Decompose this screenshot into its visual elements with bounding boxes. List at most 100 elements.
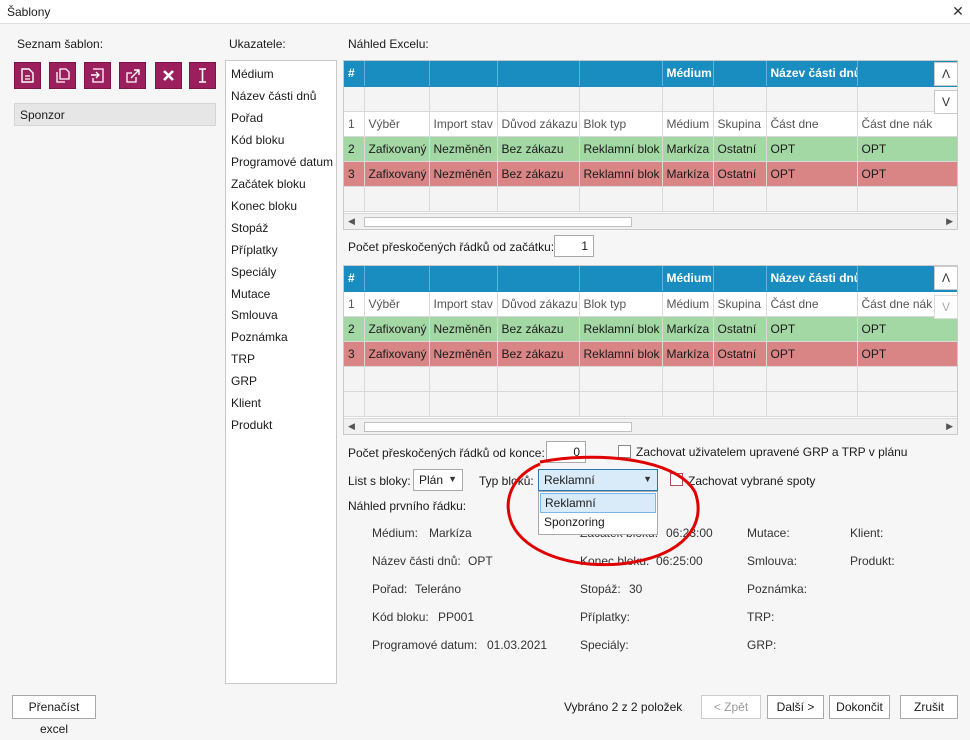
grid-colnames-row[interactable]: 1 Výběr Import stav Důvod zákazu Blok ty… xyxy=(344,291,957,317)
sheet-select[interactable]: Plán ▼ xyxy=(413,469,463,491)
grid-header-cell xyxy=(429,266,498,292)
scrollbar-thumb[interactable] xyxy=(364,422,632,432)
grid-horizontal-scrollbar[interactable]: ◀ ▶ xyxy=(344,213,957,229)
indicator-item[interactable]: Příplatky xyxy=(231,240,278,260)
grid-cell: OPT xyxy=(766,161,858,187)
grid-cell: Médium xyxy=(662,111,714,137)
indicator-item[interactable]: TRP xyxy=(231,349,255,369)
selected-count-text: Vybráno 2 z 2 položek xyxy=(564,700,683,714)
move-up-button[interactable]: Λ xyxy=(934,266,958,290)
table-row[interactable]: 3 Zafixovaný Nezměněn Bez zákazu Reklamn… xyxy=(344,161,957,187)
trp-label: TRP: xyxy=(747,610,775,624)
indicator-item[interactable]: Speciály xyxy=(231,262,276,282)
scroll-left-icon[interactable]: ◀ xyxy=(348,421,355,432)
grid-cell: Část dne xyxy=(766,111,858,137)
indicator-item[interactable]: Název části dnů xyxy=(231,86,316,106)
skip-start-input[interactable]: 1 xyxy=(554,235,594,257)
excel-grid-top[interactable]: # Médium Název části dnů 1 Výběr Import … xyxy=(343,60,958,230)
move-down-button[interactable]: V xyxy=(934,295,958,319)
grid-blank-row xyxy=(344,86,957,112)
move-up-button[interactable]: Λ xyxy=(934,62,958,86)
grid-cell: Zafixovaný xyxy=(364,161,430,187)
grid-header-cell xyxy=(364,61,430,87)
grid-header-cell xyxy=(497,61,580,87)
grid-header-row: # Médium Název části dnů xyxy=(344,61,957,87)
indicator-item[interactable]: Smlouva xyxy=(231,305,278,325)
indicator-item[interactable]: Produkt xyxy=(231,415,272,435)
grid-cell: Bez zákazu xyxy=(497,341,580,367)
scrollbar-thumb[interactable] xyxy=(364,217,632,227)
export-icon[interactable] xyxy=(119,62,146,89)
grid-cell: Reklamní blok xyxy=(579,341,663,367)
grid-cell: Důvod zákazu xyxy=(497,111,580,137)
next-button[interactable]: Další > xyxy=(767,695,824,719)
indicator-item[interactable]: GRP xyxy=(231,371,257,391)
grid-header-cell: Název části dnů xyxy=(766,61,858,87)
indicator-item[interactable]: Kód bloku xyxy=(231,130,284,150)
grid-header-cell: Název části dnů xyxy=(766,266,858,292)
new-document-icon[interactable] xyxy=(14,62,41,89)
client-label: Klient: xyxy=(850,526,884,540)
grid-cell: Ostatní xyxy=(713,316,767,342)
table-row[interactable]: 2 Zafixovaný Nezměněn Bez zákazu Reklamn… xyxy=(344,136,957,162)
indicator-item[interactable]: Pořad xyxy=(231,108,263,128)
grid-cell: Markíza xyxy=(662,161,714,187)
indicator-item[interactable]: Začátek bloku xyxy=(231,174,306,194)
grid-cell: Nezměněn xyxy=(429,341,498,367)
grid-blank-row xyxy=(344,366,957,392)
grid-cell: Ostatní xyxy=(713,341,767,367)
mutation-label: Mutace: xyxy=(747,526,790,540)
back-button[interactable]: < Zpět xyxy=(701,695,761,719)
show-value: Teleráno xyxy=(415,582,462,596)
chevron-down-icon: ▼ xyxy=(448,474,457,484)
grid-header-cell: Médium xyxy=(662,61,714,87)
product-label: Produkt: xyxy=(850,554,895,568)
import-icon[interactable] xyxy=(84,62,111,89)
indicator-item[interactable]: Mutace xyxy=(231,284,270,304)
scroll-right-icon[interactable]: ▶ xyxy=(946,216,953,227)
grid-cell: OPT xyxy=(857,136,957,162)
sheet-label: List s bloky: xyxy=(348,474,411,488)
excel-grid-bottom[interactable]: # Médium Název části dnů 1 Výběr Import … xyxy=(343,265,958,435)
indicator-item[interactable]: Stopáž xyxy=(231,218,268,238)
rename-icon[interactable] xyxy=(189,62,216,89)
close-icon[interactable]: ✕ xyxy=(950,3,966,19)
reload-excel-button[interactable]: Přenačíst excel xyxy=(12,695,96,736)
copy-document-icon[interactable] xyxy=(49,62,76,89)
surcharge-label: Příplatky: xyxy=(580,610,631,624)
grid-cell: Markíza xyxy=(662,136,714,162)
scroll-left-icon[interactable]: ◀ xyxy=(348,216,355,227)
indicator-item[interactable]: Klient xyxy=(231,393,261,413)
grid-cell: 1 xyxy=(344,111,365,137)
cancel-button[interactable]: Zrušit xyxy=(900,695,958,719)
grid-header-cell xyxy=(713,266,767,292)
grid-cell: Výběr xyxy=(364,111,430,137)
move-down-button[interactable]: V xyxy=(934,90,958,114)
scroll-right-icon[interactable]: ▶ xyxy=(946,421,953,432)
grid-cell: OPT xyxy=(857,316,957,342)
template-item-sponzor[interactable]: Sponzor xyxy=(14,103,216,126)
delete-icon[interactable] xyxy=(155,62,182,89)
grid-cell: OPT xyxy=(766,316,858,342)
indicator-item[interactable]: Poznámka xyxy=(231,327,288,347)
grid-cell: 2 xyxy=(344,136,365,162)
indicator-item[interactable]: Médium xyxy=(231,64,274,84)
length-value: 30 xyxy=(629,582,643,596)
part-label: Název části dnů: xyxy=(372,554,461,568)
medium-label: Médium: xyxy=(372,526,419,540)
table-row[interactable]: 2 Zafixovaný Nezměněn Bez zákazu Reklamn… xyxy=(344,316,957,342)
indicator-item[interactable]: Programové datum xyxy=(231,152,333,172)
indicator-item[interactable]: Konec bloku xyxy=(231,196,297,216)
show-label: Pořad: xyxy=(372,582,408,596)
grid-header-cell xyxy=(364,266,430,292)
grid-colnames-row[interactable]: 1 Výběr Import stav Důvod zákazu Blok ty… xyxy=(344,111,957,137)
grid-blank-row xyxy=(344,186,957,212)
table-row[interactable]: 3 Zafixovaný Nezměněn Bez zákazu Reklamn… xyxy=(344,341,957,367)
finish-button[interactable]: Dokončit xyxy=(829,695,890,719)
length-label: Stopáž: xyxy=(580,582,621,596)
grid-header-cell: # xyxy=(344,266,365,292)
grid-horizontal-scrollbar[interactable]: ◀ ▶ xyxy=(344,418,957,434)
date-label: Programové datum: xyxy=(372,638,478,652)
grid-header-cell xyxy=(429,61,498,87)
grid-cell: 2 xyxy=(344,316,365,342)
